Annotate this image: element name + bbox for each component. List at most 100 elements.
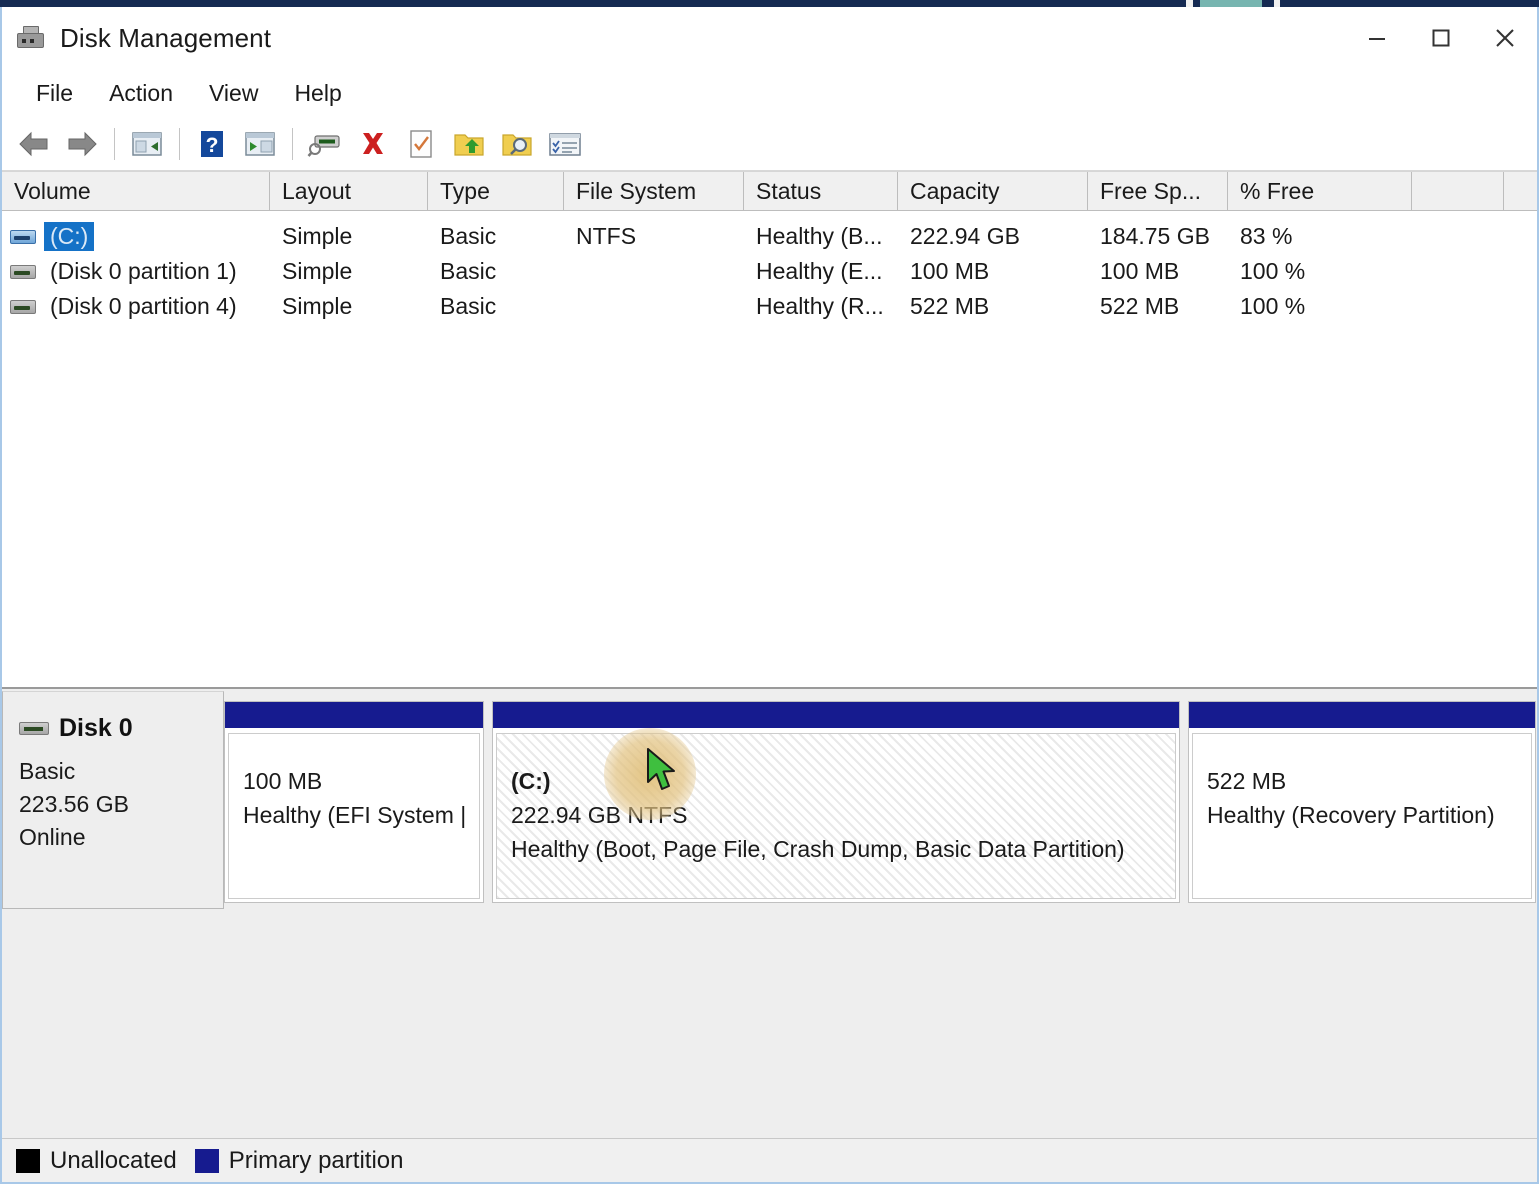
toolbar-separator-1 bbox=[114, 127, 115, 160]
legend-swatch-unallocated bbox=[16, 1148, 40, 1173]
disk-management-window: Disk Management File Action View Help ? … bbox=[0, 0, 1539, 1184]
disk-graphical-pane: Disk 0 Basic 223.56 GB Online 100 MB Hea… bbox=[2, 689, 1537, 1149]
cell-capacity: 522 MB bbox=[910, 293, 990, 319]
maximize-icon bbox=[1432, 29, 1450, 47]
back-icon bbox=[19, 131, 48, 156]
close-button[interactable] bbox=[1473, 7, 1537, 69]
back-button[interactable] bbox=[10, 122, 58, 166]
disk-info-panel[interactable]: Disk 0 Basic 223.56 GB Online bbox=[2, 691, 224, 909]
volume-label: (C:) bbox=[44, 222, 95, 251]
background-window-teal-segment bbox=[1200, 0, 1262, 7]
menu-bar: File Action View Help bbox=[2, 69, 1537, 117]
disk-icon bbox=[19, 722, 49, 735]
volume-list-header: Volume Layout Type File System Status Ca… bbox=[2, 171, 1537, 211]
partition-status: Healthy (Recovery Partition) bbox=[1207, 802, 1495, 828]
column-header-volume[interactable]: Volume bbox=[2, 172, 270, 210]
partition-color-bar bbox=[493, 702, 1179, 730]
cell-free-space: 100 MB bbox=[1100, 258, 1180, 284]
volume-disk-icon bbox=[10, 299, 36, 314]
cell-status: Healthy (R... bbox=[756, 293, 884, 319]
column-header-blank[interactable] bbox=[1412, 172, 1504, 210]
rescan-disks-icon bbox=[307, 134, 340, 157]
disk-row-0: Disk 0 Basic 223.56 GB Online 100 MB Hea… bbox=[2, 691, 1537, 911]
folder-search-button[interactable] bbox=[493, 122, 541, 166]
column-header-capacity[interactable]: Capacity bbox=[898, 172, 1088, 210]
partition-strip: 100 MB Healthy (EFI System | (C:) 222.94… bbox=[224, 691, 1537, 911]
cell-type: Basic bbox=[440, 258, 497, 284]
cell-free-space: 522 MB bbox=[1100, 293, 1180, 319]
rescan-disks-button[interactable] bbox=[301, 122, 349, 166]
delete-button[interactable] bbox=[349, 122, 397, 166]
cell-capacity: 222.94 GB bbox=[910, 223, 1020, 249]
column-header-status[interactable]: Status bbox=[744, 172, 898, 210]
forward-button[interactable] bbox=[58, 122, 106, 166]
column-header-pct-free[interactable]: % Free bbox=[1228, 172, 1412, 210]
cell-type: Basic bbox=[440, 223, 497, 249]
partition-size: 222.94 GB NTFS bbox=[511, 802, 688, 828]
disk-management-icon bbox=[16, 25, 46, 51]
window-controls bbox=[1345, 7, 1537, 69]
partition-size: 100 MB bbox=[243, 768, 323, 794]
cell-free-space: 184.75 GB bbox=[1100, 223, 1210, 249]
cell-layout: Simple bbox=[282, 223, 353, 249]
cell-file-system bbox=[564, 289, 744, 324]
column-header-file-system[interactable]: File System bbox=[564, 172, 744, 210]
cell-volume: (Disk 0 partition 4) bbox=[2, 289, 270, 324]
background-strip-gap-left bbox=[1186, 0, 1193, 7]
legend-label: Unallocated bbox=[50, 1146, 177, 1174]
show-hide-action-pane-button[interactable] bbox=[236, 122, 284, 166]
cell-layout: Simple bbox=[282, 293, 353, 319]
maximize-button[interactable] bbox=[1409, 7, 1473, 69]
menu-item-file[interactable]: File bbox=[18, 76, 91, 111]
legend-bar: Unallocated Primary partition bbox=[2, 1138, 1537, 1182]
disk-size: 223.56 GB bbox=[19, 791, 129, 817]
folder-up-button[interactable] bbox=[445, 122, 493, 166]
cell-file-system bbox=[564, 254, 744, 289]
partition-status: Healthy (Boot, Page File, Crash Dump, Ba… bbox=[511, 836, 1125, 862]
minimize-button[interactable] bbox=[1345, 7, 1409, 69]
close-icon bbox=[1496, 29, 1514, 47]
column-header-free-space[interactable]: Free Sp... bbox=[1088, 172, 1228, 210]
table-row[interactable]: (C:) Simple Basic NTFS Healthy (B... 222… bbox=[2, 219, 1537, 254]
menu-item-help[interactable]: Help bbox=[276, 76, 359, 111]
cell-type: Basic bbox=[440, 293, 497, 319]
volume-list-pane: Volume Layout Type File System Status Ca… bbox=[2, 171, 1537, 689]
cell-capacity: 100 MB bbox=[910, 258, 990, 284]
properties-checklist-button[interactable] bbox=[397, 122, 445, 166]
title-bar: Disk Management bbox=[2, 7, 1537, 69]
column-header-layout[interactable]: Layout bbox=[270, 172, 428, 210]
minimize-icon bbox=[1369, 38, 1385, 40]
show-hide-console-tree-icon bbox=[132, 131, 162, 156]
cell-volume: (Disk 0 partition 1) bbox=[2, 254, 270, 289]
show-hide-console-tree-button[interactable] bbox=[123, 122, 171, 166]
toolbar: ? bbox=[2, 117, 1537, 171]
partition-body: (C:) 222.94 GB NTFS Healthy (Boot, Page … bbox=[496, 733, 1176, 899]
menu-item-action[interactable]: Action bbox=[91, 76, 191, 111]
cell-status: Healthy (E... bbox=[756, 258, 883, 284]
partition-c[interactable]: (C:) 222.94 GB NTFS Healthy (Boot, Page … bbox=[492, 701, 1180, 903]
cell-status: Healthy (B... bbox=[756, 223, 883, 249]
folder-search-icon bbox=[502, 133, 532, 156]
toolbar-separator-3 bbox=[292, 127, 293, 160]
help-button[interactable]: ? bbox=[188, 122, 236, 166]
partition-efi[interactable]: 100 MB Healthy (EFI System | bbox=[224, 701, 484, 903]
svg-text:?: ? bbox=[206, 134, 219, 157]
table-row[interactable]: (Disk 0 partition 1) Simple Basic Health… bbox=[2, 254, 1537, 289]
legend-swatch-primary-partition bbox=[194, 1148, 219, 1173]
column-header-type[interactable]: Type bbox=[428, 172, 564, 210]
cell-pct-free: 100 % bbox=[1240, 258, 1306, 284]
partition-size: 522 MB bbox=[1207, 768, 1287, 794]
volume-label: (Disk 0 partition 4) bbox=[50, 293, 237, 319]
disk-name: Disk 0 bbox=[59, 714, 133, 742]
list-properties-button[interactable] bbox=[541, 122, 589, 166]
legend-label: Primary partition bbox=[228, 1146, 404, 1174]
volume-label: (Disk 0 partition 1) bbox=[50, 258, 237, 284]
help-icon: ? bbox=[201, 130, 223, 157]
window-title: Disk Management bbox=[60, 22, 272, 53]
menu-item-view[interactable]: View bbox=[191, 76, 276, 111]
cell-pct-free: 100 % bbox=[1240, 293, 1306, 319]
background-strip-gap-right bbox=[1274, 0, 1280, 7]
table-row[interactable]: (Disk 0 partition 4) Simple Basic Health… bbox=[2, 289, 1537, 324]
partition-recovery[interactable]: 522 MB Healthy (Recovery Partition) bbox=[1188, 701, 1536, 903]
disk-title-line: Disk 0 bbox=[19, 714, 223, 743]
